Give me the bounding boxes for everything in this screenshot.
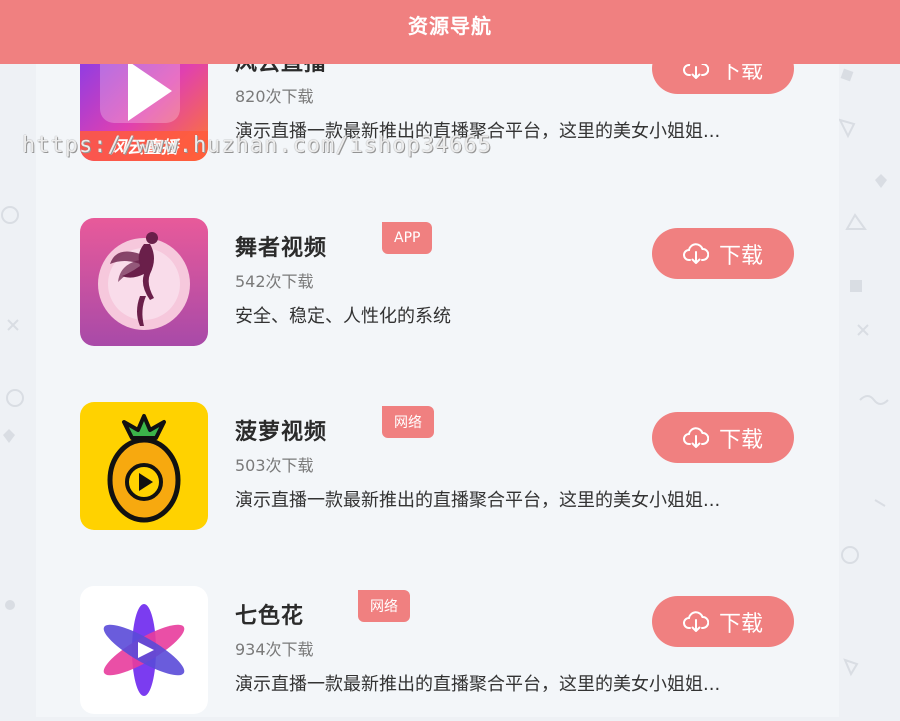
seven-color-flower-app-icon[interactable] <box>80 586 208 714</box>
category-tag: 网络 <box>358 590 410 622</box>
category-tag: 网络 <box>382 406 434 438</box>
list-item: 七色花 网络 934次下载 演示直播一款最新推出的直播聚合平台，这里的美女小姐姐… <box>80 586 830 716</box>
download-label: 下载 <box>718 611 763 637</box>
download-count: 542次下载 <box>235 272 314 291</box>
download-button[interactable]: 下载 <box>652 596 794 647</box>
dancer-app-icon[interactable] <box>80 218 208 346</box>
cloud-download-icon <box>683 242 709 264</box>
app-name: 舞者视频 <box>235 236 328 261</box>
page-title: 资源导航 <box>408 14 492 38</box>
app-description: 演示直播一款最新推出的直播聚合平台，这里的美女小姐姐... <box>235 490 721 511</box>
cloud-download-icon <box>683 426 709 448</box>
download-button[interactable]: 下载 <box>652 412 794 463</box>
list-item: 舞者视频 APP 542次下载 安全、稳定、人性化的系统 下载 <box>80 218 830 348</box>
pineapple-app-icon[interactable] <box>80 402 208 530</box>
download-count: 934次下载 <box>235 640 314 659</box>
top-bar: 资源导航 <box>0 0 900 64</box>
category-tag: APP <box>382 222 433 254</box>
download-count: 820次下载 <box>235 87 314 106</box>
cloud-download-icon <box>683 610 709 632</box>
download-count: 503次下载 <box>235 456 314 475</box>
download-label: 下载 <box>718 427 763 453</box>
watermark-text: https://www.huzhan.com/ishop34665 <box>22 133 493 158</box>
download-button[interactable]: 下载 <box>652 228 794 279</box>
app-name: 菠萝视频 <box>235 420 328 445</box>
app-name: 七色花 <box>235 604 305 629</box>
app-description: 演示直播一款最新推出的直播聚合平台，这里的美女小姐姐... <box>235 674 721 695</box>
download-label: 下载 <box>718 243 763 269</box>
resource-list: 风云直播 风云直播 820次下载 演示直播一款最新推出的直播聚合平台，这里的美女… <box>36 0 839 717</box>
list-item: 菠萝视频 网络 503次下载 演示直播一款最新推出的直播聚合平台，这里的美女小姐… <box>80 402 830 532</box>
app-description: 安全、稳定、人性化的系统 <box>235 306 451 327</box>
